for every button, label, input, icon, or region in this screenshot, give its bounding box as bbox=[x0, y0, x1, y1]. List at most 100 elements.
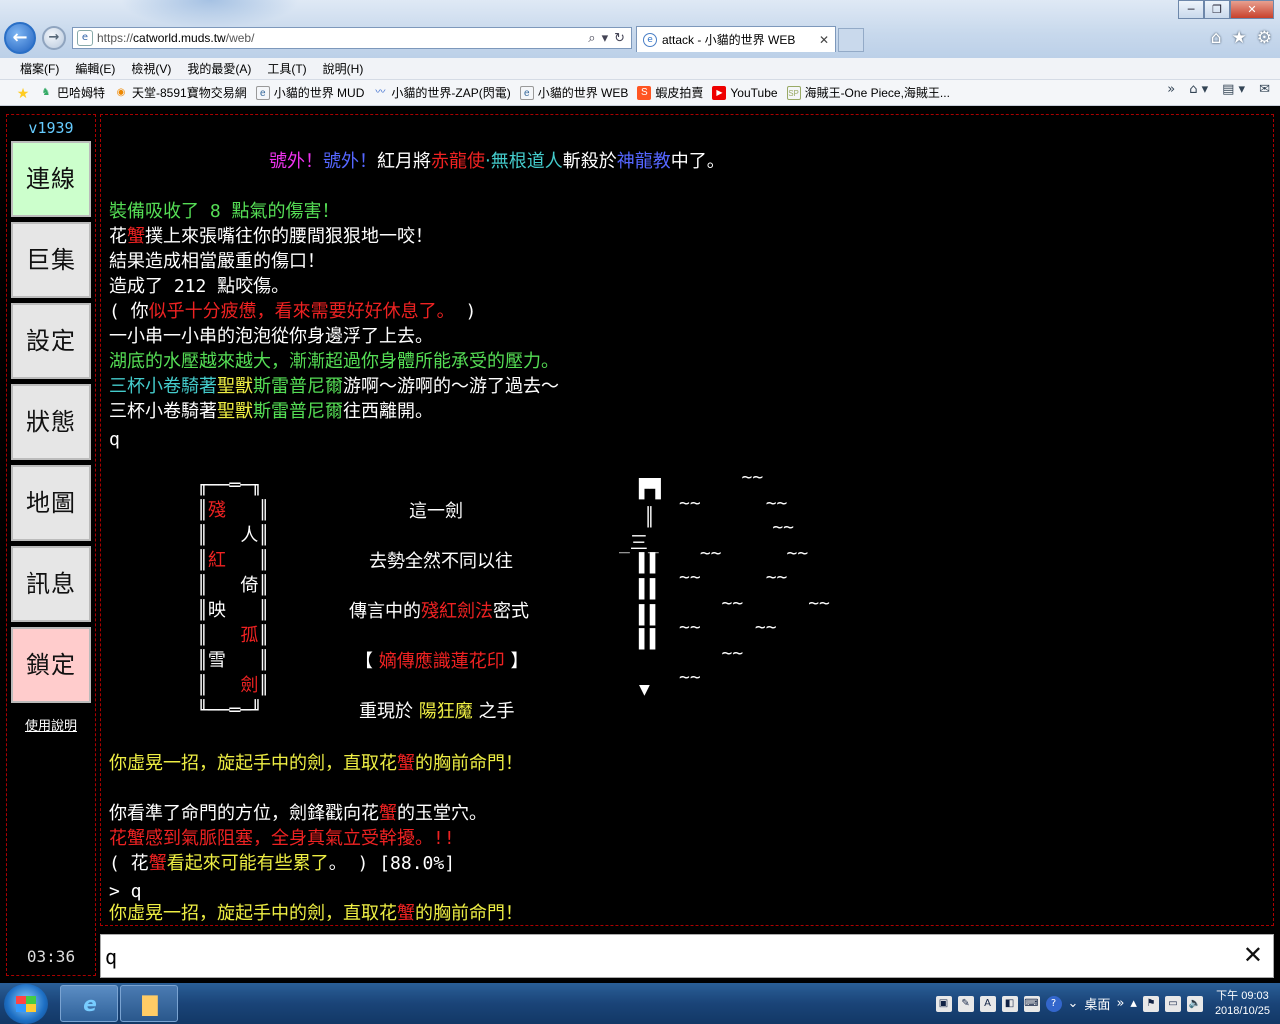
menu-help[interactable]: 說明(H) bbox=[323, 60, 364, 77]
back-button[interactable]: ← bbox=[4, 22, 36, 54]
text-segment: 密式 bbox=[493, 601, 529, 622]
ascii-art-line: ║紅 ║ bbox=[197, 550, 269, 572]
tray-icon[interactable]: ⌨ bbox=[1023, 995, 1040, 1012]
url-text[interactable]: https://catworld.muds.tw/web/ bbox=[97, 31, 588, 45]
tray-expand-icon[interactable]: ▴ bbox=[1130, 996, 1137, 1011]
menu-edit[interactable]: 編輯(E) bbox=[75, 60, 115, 77]
menu-tools[interactable]: 工具(T) bbox=[267, 60, 306, 77]
chevron-more-icon[interactable]: » bbox=[1167, 82, 1175, 97]
ascii-art-line: ▼ bbox=[639, 679, 650, 701]
mail-icon[interactable]: ✉ bbox=[1259, 82, 1270, 97]
forward-button[interactable]: → bbox=[42, 26, 66, 50]
fav-label: 蝦皮拍賣 bbox=[655, 86, 704, 100]
refresh-icon[interactable]: ↻ bbox=[614, 31, 625, 46]
text-segment: ║ bbox=[225, 500, 270, 521]
text-segment: 號外！ bbox=[323, 151, 377, 172]
status-button[interactable]: 狀態 bbox=[11, 384, 91, 460]
text-segment: 紅月將 bbox=[377, 151, 431, 172]
settings-button[interactable]: 設定 bbox=[11, 303, 91, 379]
text-segment: 之手 bbox=[472, 701, 515, 722]
ascii-art-line: ▌▌ bbox=[639, 605, 661, 627]
fav-item-2[interactable]: e 小貓的世界 MUD bbox=[255, 84, 364, 101]
taskbar-ie[interactable]: e bbox=[60, 985, 118, 1022]
tab-close-icon[interactable]: ✕ bbox=[819, 33, 829, 47]
clear-input-icon[interactable]: ✕ bbox=[1243, 941, 1263, 969]
tab-page-icon: e bbox=[643, 32, 657, 47]
fav-label: 巴哈姆特 bbox=[57, 86, 106, 100]
text-segment: ╙──═─╜ bbox=[197, 700, 263, 721]
text-segment: 【 bbox=[355, 651, 379, 672]
help-link[interactable]: 使用說明 bbox=[7, 715, 95, 734]
command-input[interactable] bbox=[105, 943, 1225, 971]
fav-item-4[interactable]: e 小貓的世界 WEB bbox=[519, 84, 629, 101]
favorites-star-icon[interactable]: ★ bbox=[1232, 28, 1247, 48]
start-button[interactable] bbox=[4, 984, 48, 1024]
text-segment: 游啊～游啊的～游了過去～ bbox=[343, 376, 559, 397]
text-segment: ║ bbox=[197, 550, 208, 571]
text-segment: 殘 bbox=[207, 500, 226, 521]
gear-icon[interactable]: ⚙ bbox=[1257, 28, 1272, 48]
home-menu-icon[interactable]: ⌂ ▾ bbox=[1189, 82, 1208, 97]
flag-icon[interactable]: ⚑ bbox=[1142, 995, 1159, 1012]
text-segment: 蟹 bbox=[148, 853, 167, 874]
text-segment: ║映 ║ bbox=[197, 600, 270, 621]
fav-label: 小貓的世界 WEB bbox=[537, 86, 629, 100]
tray-icon[interactable]: ✎ bbox=[957, 995, 974, 1012]
address-actions: ⌕ ▾ ↻ bbox=[588, 31, 631, 46]
output-line: 三杯小卷騎著聖獸斯雷普尼爾游啊～游啊的～游了過去～ bbox=[109, 376, 559, 398]
text-segment: 蟹 bbox=[397, 903, 415, 924]
fav-item-1[interactable]: ◉ 天堂-8591寶物交易網 bbox=[114, 84, 247, 101]
tray-date: 2018/10/25 bbox=[1214, 1004, 1270, 1017]
fav-item-6[interactable]: ▶ YouTube bbox=[712, 85, 778, 100]
ascii-art-line: 這一劍 bbox=[409, 501, 463, 523]
messages-button[interactable]: 訊息 bbox=[11, 546, 91, 622]
new-tab-button[interactable] bbox=[838, 28, 864, 52]
help-icon[interactable]: ? bbox=[1045, 995, 1062, 1012]
minimize-button[interactable]: ─ bbox=[1178, 0, 1204, 19]
macro-button[interactable]: 巨集 bbox=[11, 222, 91, 298]
text-segment: 結果造成相當嚴重的傷口！ bbox=[109, 251, 325, 272]
chevron-more-icon[interactable]: » bbox=[1116, 996, 1124, 1011]
tray-clock[interactable]: 下午 09:03 2018/10/25 bbox=[1215, 989, 1270, 1019]
maximize-button[interactable]: ❐ bbox=[1204, 0, 1230, 19]
text-segment: 蟹 bbox=[379, 803, 397, 824]
tray-icon[interactable]: ▣ bbox=[935, 995, 952, 1012]
folder-icon: ▇ bbox=[142, 992, 158, 1016]
page-icon: e bbox=[77, 30, 93, 46]
address-bar[interactable]: e https://catworld.muds.tw/web/ ⌕ ▾ ↻ bbox=[72, 27, 632, 49]
text-segment: 造成了 212 點咬傷。 bbox=[109, 276, 290, 297]
tab-attack[interactable]: e attack - 小貓的世界 WEB ✕ bbox=[636, 26, 836, 52]
menu-view[interactable]: 檢視(V) bbox=[131, 60, 171, 77]
text-segment: 神龍教 bbox=[616, 151, 671, 172]
network-icon[interactable]: ▭ bbox=[1164, 995, 1181, 1012]
tray-icon[interactable]: A bbox=[979, 995, 996, 1012]
text-segment: ║ bbox=[197, 625, 241, 646]
map-button[interactable]: 地圖 bbox=[11, 465, 91, 541]
text-segment: 斯雷普尼爾 bbox=[253, 376, 343, 397]
sp-icon: SP bbox=[786, 85, 801, 100]
search-icon[interactable]: ⌕ bbox=[588, 31, 595, 46]
text-segment: 聖獸 bbox=[217, 376, 253, 397]
volume-icon[interactable]: 🔈 bbox=[1186, 995, 1203, 1012]
taskbar-explorer[interactable]: ▇ bbox=[120, 985, 178, 1022]
fav-item-3[interactable]: 〰小貓的世界-ZAP(閃電) bbox=[373, 84, 510, 101]
tray-icon[interactable]: ◧ bbox=[1001, 995, 1018, 1012]
rss-icon[interactable]: ▤ ▾ bbox=[1222, 82, 1245, 97]
connect-button[interactable]: 連線 bbox=[11, 141, 91, 217]
desktop-label[interactable]: 桌面 bbox=[1084, 994, 1110, 1013]
home-icon[interactable]: ⌂ bbox=[1211, 28, 1222, 48]
text-segment: 陽狂魔 bbox=[418, 701, 473, 722]
text-segment: q bbox=[109, 429, 120, 450]
menu-bar: 檔案(F) 編輯(E) 檢視(V) 我的最愛(A) 工具(T) 說明(H) bbox=[0, 58, 1280, 80]
fav-item-5[interactable]: S 蝦皮拍賣 bbox=[637, 84, 703, 101]
menu-file[interactable]: 檔案(F) bbox=[20, 60, 59, 77]
tray-dropdown-icon[interactable]: ⌄ bbox=[1068, 996, 1079, 1011]
close-window-button[interactable]: ✕ bbox=[1230, 0, 1274, 19]
fav-item-7[interactable]: SP 海賊王-One Piece,海賊王... bbox=[786, 84, 950, 101]
text-segment: 似乎十分疲憊，看來需要好好休息了。 bbox=[148, 301, 455, 322]
lock-button[interactable]: 鎖定 bbox=[11, 627, 91, 703]
fav-item-0[interactable]: ♞ 巴哈姆特 bbox=[39, 84, 106, 101]
dropdown-icon[interactable]: ▾ bbox=[602, 31, 609, 46]
favorites-star[interactable]: ★ bbox=[16, 86, 30, 100]
menu-favorites[interactable]: 我的最愛(A) bbox=[187, 60, 251, 77]
